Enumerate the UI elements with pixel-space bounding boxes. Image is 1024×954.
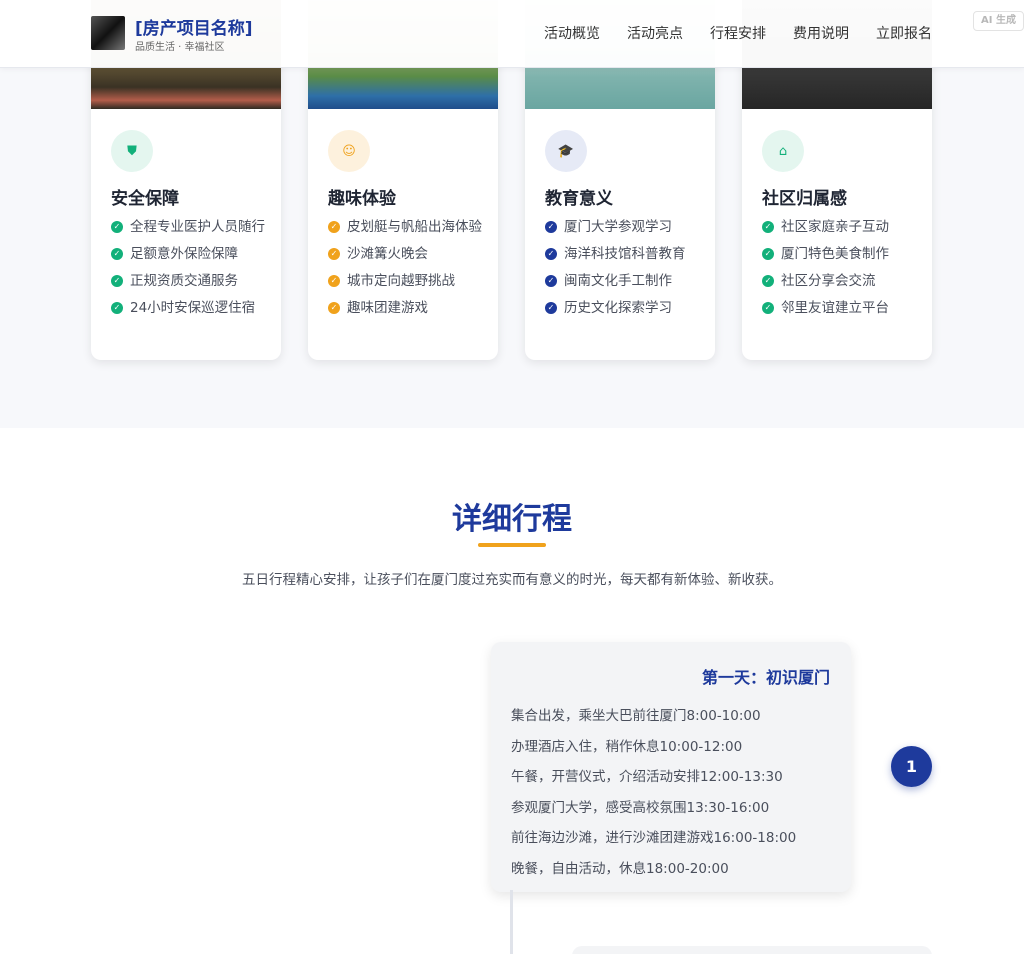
schedule-item: 午餐，开营仪式，介绍活动安排12:00-13:30 — [511, 769, 783, 786]
schedule-item: 参观厦门大学，感受高校氛围13:30-16:00 — [511, 799, 770, 816]
feature-card-list: ✓ 厦门大学参观学习 ✓ 海洋科技馆科普教育 ✓ 闽南文化手工制作 ✓ 历史文化探索学习 — [545, 217, 705, 325]
check-circle-icon: ✓ — [328, 275, 340, 287]
feature-list-text: 历史文化探索学习 — [564, 300, 672, 316]
feature-list-text: 城市定向越野挑战 — [347, 273, 455, 289]
check-circle-icon: ✓ — [545, 248, 557, 260]
feature-list-text: 24小时安保巡逻住宿 — [130, 300, 256, 316]
check-circle-icon: ✓ — [545, 221, 557, 233]
check-circle-icon: ✓ — [328, 302, 340, 314]
schedule-item: 办理酒店入住，稍作休息10:00-12:00 — [511, 738, 743, 755]
feature-list-item: ✓ 足额意外保险保障 — [111, 244, 271, 265]
feature-list-text: 社区家庭亲子互动 — [781, 219, 889, 235]
feature-list-text: 足额意外保险保障 — [130, 246, 238, 262]
feature-list-item: ✓ 社区分享会交流 — [762, 271, 922, 292]
feature-card-list: ✓ 皮划艇与帆船出海体验 ✓ 沙滩篝火晚会 ✓ 城市定向越野挑战 ✓ 趣味团建游戏 — [328, 217, 488, 325]
check-circle-icon: ✓ — [545, 275, 557, 287]
nav-item-fees[interactable]: 费用说明 — [793, 23, 849, 43]
check-circle-icon: ✓ — [762, 302, 774, 314]
feature-list-text: 海洋科技馆科普教育 — [564, 246, 686, 262]
feature-list-item: ✓ 邻里友谊建立平台 — [762, 298, 922, 319]
feature-card-title: 社区归属感 — [762, 189, 847, 209]
itinerary-section: 详细行程 五日行程精心安排，让孩子们在厦门度过充实而有意义的时光，每天都有新体验… — [0, 428, 1024, 954]
title-underline — [478, 543, 546, 547]
check-circle-icon: ✓ — [111, 248, 123, 260]
check-circle-icon: ✓ — [762, 275, 774, 287]
brand-tagline: 品质生活 · 幸福社区 — [135, 42, 225, 53]
day-title: 第一天：初识厦门 — [701, 668, 830, 687]
feature-list-item: ✓ 24小时安保巡逻住宿 — [111, 298, 271, 319]
feature-list-item: ✓ 全程专业医护人员随行 — [111, 217, 271, 238]
check-circle-icon: ✓ — [111, 221, 123, 233]
nav-item-signup[interactable]: 立即报名 — [876, 23, 932, 43]
timeline-line — [510, 890, 513, 954]
feature-list-item: ✓ 趣味团建游戏 — [328, 298, 488, 319]
check-circle-icon: ✓ — [111, 275, 123, 287]
day-card: 第一天：初识厦门 集合出发，乘坐大巴前往厦门8:00-10:00 办理酒店入住，… — [491, 642, 851, 892]
day-schedule-list: 集合出发，乘坐大巴前往厦门8:00-10:00 办理酒店入住，稍作休息10:00… — [511, 701, 796, 885]
day-card-next — [572, 946, 932, 954]
feature-list-item: ✓ 城市定向越野挑战 — [328, 271, 488, 292]
schedule-item: 前往海边沙滩，进行沙滩团建游戏16:00-18:00 — [511, 830, 797, 847]
feature-list-text: 厦门特色美食制作 — [781, 246, 889, 262]
nav-item-schedule[interactable]: 行程安排 — [710, 23, 766, 43]
feature-list-item: ✓ 正规资质交通服务 — [111, 271, 271, 292]
home-icon: ⌂ — [762, 130, 804, 172]
feature-card-list: ✓ 全程专业医护人员随行 ✓ 足额意外保险保障 ✓ 正规资质交通服务 ✓ 24小时安保巡逻住宿 — [111, 217, 271, 325]
check-circle-icon: ✓ — [111, 302, 123, 314]
check-circle-icon: ✓ — [762, 248, 774, 260]
section-title: 详细行程 — [452, 502, 572, 537]
feature-list-item: ✓ 厦门大学参观学习 — [545, 217, 705, 238]
feature-list-item: ✓ 社区家庭亲子互动 — [762, 217, 922, 238]
check-circle-icon: ✓ — [762, 221, 774, 233]
nav-item-highlights[interactable]: 活动亮点 — [627, 23, 683, 43]
schedule-item: 晚餐，自由活动，休息18:00-20:00 — [511, 860, 729, 877]
feature-list-item: ✓ 沙滩篝火晚会 — [328, 244, 488, 265]
check-circle-icon: ✓ — [328, 221, 340, 233]
main-nav: 活动概览 活动亮点 行程安排 费用说明 立即报名 — [544, 23, 932, 43]
feature-card-title: 安全保障 — [111, 189, 179, 209]
logo-image[interactable] — [91, 16, 125, 50]
feature-list-text: 沙滩篝火晚会 — [347, 246, 428, 262]
check-circle-icon: ✓ — [328, 248, 340, 260]
site-header: [房产项目名称] 品质生活 · 幸福社区 活动概览 活动亮点 行程安排 费用说明… — [0, 0, 1024, 68]
feature-list-text: 邻里友谊建立平台 — [781, 300, 889, 316]
nav-item-overview[interactable]: 活动概览 — [544, 23, 600, 43]
feature-list-text: 皮划艇与帆船出海体验 — [347, 219, 482, 235]
feature-list-item: ✓ 闽南文化手工制作 — [545, 271, 705, 292]
feature-list-text: 闽南文化手工制作 — [564, 273, 672, 289]
feature-card-title: 教育意义 — [545, 189, 613, 209]
feature-list-item: ✓ 海洋科技馆科普教育 — [545, 244, 705, 265]
feature-card-title: 趣味体验 — [328, 189, 396, 209]
graduation-cap-icon: 🎓 — [545, 130, 587, 172]
feature-card-list: ✓ 社区家庭亲子互动 ✓ 厦门特色美食制作 ✓ 社区分享会交流 ✓ 邻里友谊建立平台 — [762, 217, 922, 325]
section-subtitle: 五日行程精心安排，让孩子们在厦门度过充实而有意义的时光，每天都有新体验、新收获。 — [242, 572, 782, 588]
feature-list-item: ✓ 历史文化探索学习 — [545, 298, 705, 319]
feature-list-item: ✓ 厦门特色美食制作 — [762, 244, 922, 265]
feature-list-item: ✓ 皮划艇与帆船出海体验 — [328, 217, 488, 238]
feature-list-text: 趣味团建游戏 — [347, 300, 428, 316]
day-number-badge: 1 — [891, 746, 932, 787]
ai-generated-badge: AI 生成 — [973, 11, 1024, 31]
feature-list-text: 社区分享会交流 — [781, 273, 876, 289]
brand-name[interactable]: [房产项目名称] — [135, 14, 253, 39]
feature-list-text: 厦门大学参观学习 — [564, 219, 672, 235]
feature-list-text: 全程专业医护人员随行 — [130, 219, 265, 235]
smile-icon: ☺ — [328, 130, 370, 172]
feature-list-text: 正规资质交通服务 — [130, 273, 238, 289]
check-circle-icon: ✓ — [545, 302, 557, 314]
shield-icon: ⛊ — [111, 130, 153, 172]
schedule-item: 集合出发，乘坐大巴前往厦门8:00-10:00 — [511, 708, 761, 724]
